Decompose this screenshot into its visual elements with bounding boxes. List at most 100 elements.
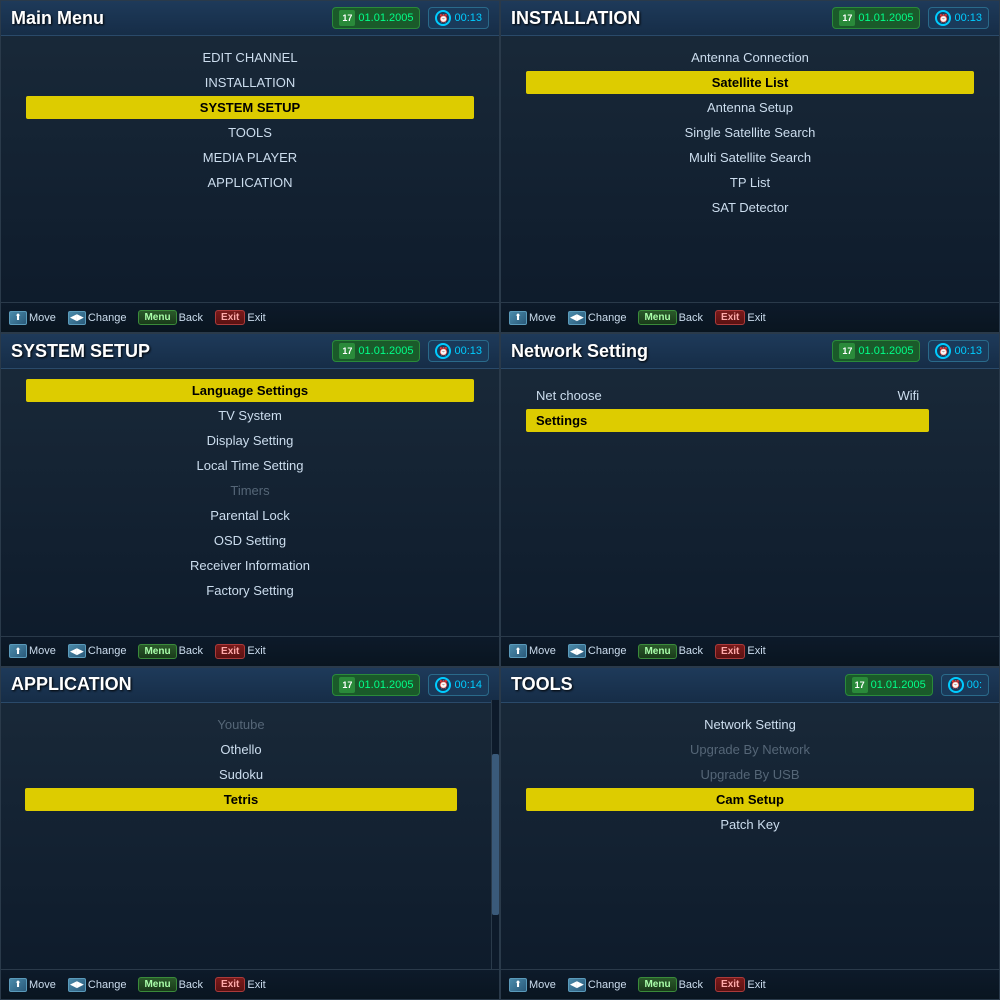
network-setting-time-badge: ⏰ 00:13 — [928, 340, 989, 362]
exit-key-3[interactable]: Exit — [215, 644, 245, 659]
application-date-badge: 17 01.01.2005 — [332, 674, 420, 696]
exit-key-4[interactable]: Exit — [715, 644, 745, 659]
install-item-satellite-list[interactable]: Satellite List — [526, 71, 974, 94]
install-item-multi-sat[interactable]: Multi Satellite Search — [526, 146, 974, 169]
system-setup-header-right: 17 01.01.2005 ⏰ 00:13 — [332, 340, 489, 362]
tools-item-cam-setup[interactable]: Cam Setup — [526, 788, 974, 811]
syssetup-item-receiver-info[interactable]: Receiver Information — [26, 554, 474, 577]
back-label-4: Back — [679, 645, 703, 657]
footer-move-5: ⬆ Move — [9, 978, 56, 992]
install-item-single-sat[interactable]: Single Satellite Search — [526, 121, 974, 144]
footer-exit-5: Exit Exit — [215, 977, 266, 992]
install-item-sat-detector[interactable]: SAT Detector — [526, 196, 974, 219]
move-icon: ⬆ — [9, 311, 27, 325]
menu-key-3[interactable]: Menu — [138, 644, 176, 659]
exit-key-2[interactable]: Exit — [715, 310, 745, 325]
tools-item-upgrade-usb: Upgrade By USB — [526, 763, 974, 786]
syssetup-item-osd[interactable]: OSD Setting — [26, 529, 474, 552]
syssetup-item-parental[interactable]: Parental Lock — [26, 504, 474, 527]
installation-header-right: 17 01.01.2005 ⏰ 00:13 — [832, 7, 989, 29]
change-label-6: Change — [588, 979, 627, 991]
network-setting-content: Net choose Wifi Settings — [501, 369, 999, 635]
install-item-antenna-conn[interactable]: Antenna Connection — [526, 46, 974, 69]
footer-move-2: ⬆ Move — [509, 311, 556, 325]
tools-time: 00: — [967, 679, 982, 691]
settings-label: Settings — [536, 413, 587, 428]
install-item-antenna-setup[interactable]: Antenna Setup — [526, 96, 974, 119]
syssetup-item-display[interactable]: Display Setting — [26, 429, 474, 452]
main-menu-item-media-player[interactable]: MEDIA PLAYER — [26, 146, 474, 169]
app-item-sudoku[interactable]: Sudoku — [25, 763, 457, 786]
scroll-bar — [491, 700, 499, 969]
change-label-2: Change — [588, 312, 627, 324]
main-menu-item-installation[interactable]: INSTALLATION — [26, 71, 474, 94]
footer-back-4: Menu Back — [638, 644, 703, 659]
install-item-tp-list[interactable]: TP List — [526, 171, 974, 194]
tools-item-network-setting[interactable]: Network Setting — [526, 713, 974, 736]
back-label-6: Back — [679, 979, 703, 991]
syssetup-item-tv-system[interactable]: TV System — [26, 404, 474, 427]
footer-exit-2: Exit Exit — [715, 310, 766, 325]
net-choose-row: Net choose Wifi — [526, 384, 929, 407]
syssetup-item-local-time[interactable]: Local Time Setting — [26, 454, 474, 477]
change-icon-2: ◀▶ — [568, 311, 586, 325]
main-menu-item-application[interactable]: APPLICATION — [26, 171, 474, 194]
calendar-icon-6: 17 — [852, 677, 868, 693]
main-menu-header-right: 17 01.01.2005 ⏰ 00:13 — [332, 7, 489, 29]
back-label: Back — [179, 312, 203, 324]
menu-key-6[interactable]: Menu — [638, 977, 676, 992]
menu-key-4[interactable]: Menu — [638, 644, 676, 659]
application-panel: APPLICATION 17 01.01.2005 ⏰ 00:14 Youtub… — [0, 667, 500, 1000]
syssetup-item-factory[interactable]: Factory Setting — [26, 579, 474, 602]
tools-footer: ⬆ Move ◀▶ Change Menu Back Exit Exit — [501, 969, 999, 999]
application-header: APPLICATION 17 01.01.2005 ⏰ 00:14 — [1, 668, 499, 703]
move-label-5: Move — [29, 979, 56, 991]
calendar-icon-2: 17 — [839, 10, 855, 26]
system-setup-time: 00:13 — [454, 345, 482, 357]
installation-footer: ⬆ Move ◀▶ Change Menu Back Exit Exit — [501, 302, 999, 332]
main-menu-content: EDIT CHANNEL INSTALLATION SYSTEM SETUP T… — [1, 36, 499, 302]
tools-date-badge: 17 01.01.2005 — [845, 674, 933, 696]
footer-move: ⬆ Move — [9, 311, 56, 325]
change-label-4: Change — [588, 645, 627, 657]
exit-key-6[interactable]: Exit — [715, 977, 745, 992]
tools-date: 01.01.2005 — [871, 679, 926, 691]
main-menu-panel: Main Menu 17 01.01.2005 ⏰ 00:13 EDIT CHA… — [0, 0, 500, 333]
app-item-othello[interactable]: Othello — [25, 738, 457, 761]
network-setting-panel: Network Setting 17 01.01.2005 ⏰ 00:13 Ne… — [500, 333, 1000, 666]
clock-icon-5: ⏰ — [435, 677, 451, 693]
exit-key-5[interactable]: Exit — [215, 977, 245, 992]
move-label: Move — [29, 312, 56, 324]
menu-key-2[interactable]: Menu — [638, 310, 676, 325]
main-menu-item-tools[interactable]: TOOLS — [26, 121, 474, 144]
main-menu-item-system-setup[interactable]: SYSTEM SETUP — [26, 96, 474, 119]
syssetup-item-timers: Timers — [26, 479, 474, 502]
menu-key-5[interactable]: Menu — [138, 977, 176, 992]
syssetup-item-language[interactable]: Language Settings — [26, 379, 474, 402]
move-icon-2: ⬆ — [509, 311, 527, 325]
main-menu-item-edit-channel[interactable]: EDIT CHANNEL — [26, 46, 474, 69]
change-label-5: Change — [88, 979, 127, 991]
settings-row[interactable]: Settings — [526, 409, 929, 432]
move-label-2: Move — [529, 312, 556, 324]
menu-key[interactable]: Menu — [138, 310, 176, 325]
main-menu-title: Main Menu — [11, 8, 104, 29]
footer-change-2: ◀▶ Change — [568, 311, 627, 325]
calendar-icon-5: 17 — [339, 677, 355, 693]
installation-panel: INSTALLATION 17 01.01.2005 ⏰ 00:13 Anten… — [500, 0, 1000, 333]
app-item-tetris[interactable]: Tetris — [25, 788, 457, 811]
footer-change-4: ◀▶ Change — [568, 644, 627, 658]
exit-label: Exit — [247, 312, 265, 324]
exit-key[interactable]: Exit — [215, 310, 245, 325]
main-menu-time-badge: ⏰ 00:13 — [428, 7, 489, 29]
clock-icon-4: ⏰ — [935, 343, 951, 359]
system-setup-title: SYSTEM SETUP — [11, 341, 150, 362]
system-setup-footer: ⬆ Move ◀▶ Change Menu Back Exit Exit — [1, 636, 499, 666]
network-setting-header-right: 17 01.01.2005 ⏰ 00:13 — [832, 340, 989, 362]
application-header-right: 17 01.01.2005 ⏰ 00:14 — [332, 674, 489, 696]
tools-content: Network Setting Upgrade By Network Upgra… — [501, 703, 999, 969]
installation-time-badge: ⏰ 00:13 — [928, 7, 989, 29]
system-setup-date: 01.01.2005 — [358, 345, 413, 357]
tools-item-patch-key[interactable]: Patch Key — [526, 813, 974, 836]
tools-title: TOOLS — [511, 674, 573, 695]
